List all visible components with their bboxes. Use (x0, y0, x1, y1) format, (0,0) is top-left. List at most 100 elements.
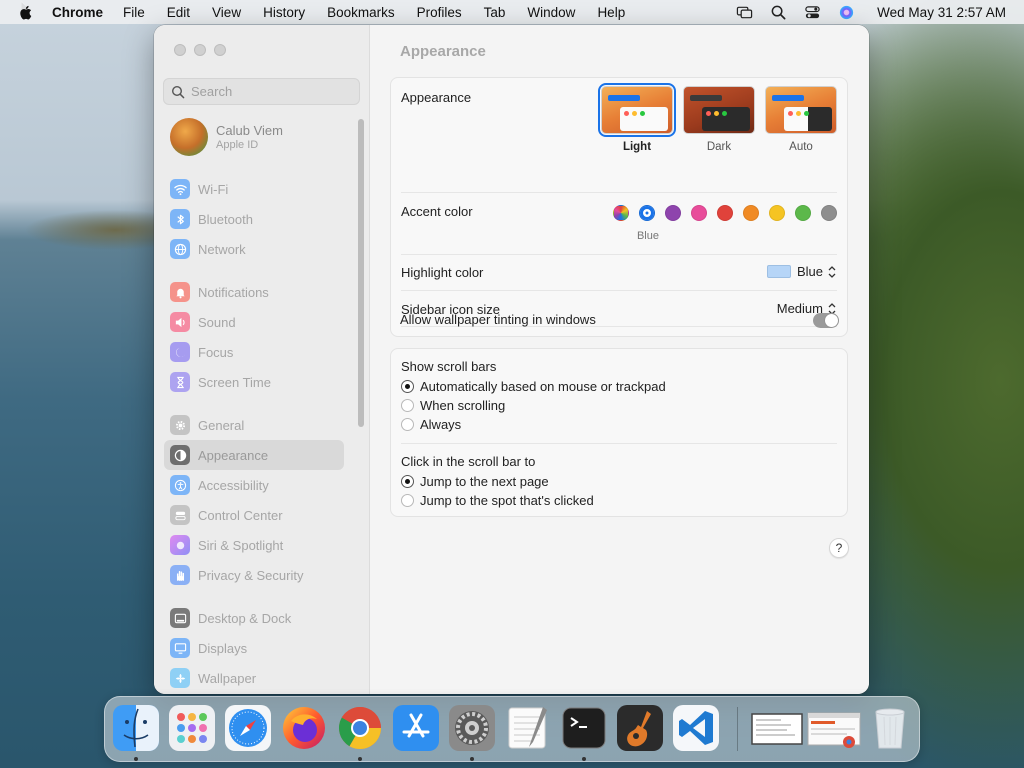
menu-edit[interactable]: Edit (167, 5, 190, 20)
sidebar-item-accessibility[interactable]: Accessibility (164, 470, 344, 500)
tinting-toggle[interactable] (813, 313, 839, 328)
chrome-icon[interactable] (337, 705, 383, 751)
launchpad-icon[interactable] (169, 705, 215, 751)
window-thumbnail-2[interactable] (807, 705, 861, 751)
account-subtitle: Apple ID (216, 139, 259, 151)
sidebar-item-label: Desktop & Dock (198, 610, 292, 626)
system-settings-icon[interactable] (449, 705, 495, 751)
gear-icon (170, 415, 190, 435)
page-title: Appearance (400, 43, 486, 60)
moon-icon (170, 342, 190, 362)
terminal-icon[interactable] (561, 705, 607, 751)
menu-help[interactable]: Help (597, 5, 625, 20)
sidebar-item-displays[interactable]: Displays (164, 633, 344, 663)
minimize-button[interactable] (194, 44, 206, 56)
system-settings-window: Calub Viem Apple ID Wi-Fi Bluetooth Netw… (154, 25, 869, 694)
menu-profiles[interactable]: Profiles (417, 5, 462, 20)
radio-label: Jump to the spot that's clicked (420, 493, 594, 508)
sidebar-scrollbar[interactable] (358, 119, 364, 427)
avatar (170, 118, 208, 156)
dock (104, 696, 920, 762)
menu-bar: Chrome File Edit View History Bookmarks … (0, 0, 1024, 24)
menu-history[interactable]: History (263, 5, 305, 20)
tinting-overlay (390, 77, 848, 337)
menu-view[interactable]: View (212, 5, 241, 20)
sidebar-item-label: Wi-Fi (198, 181, 229, 197)
sidebar-item-focus[interactable]: Focus (164, 337, 344, 367)
scroll-bars-option-auto[interactable]: Automatically based on mouse or trackpad (401, 379, 666, 394)
garageband-icon[interactable] (617, 705, 663, 751)
scroll-bars-option-always[interactable]: Always (401, 417, 461, 432)
sidebar-item-wallpaper[interactable]: Wallpaper (164, 663, 344, 693)
sidebar-item-sound[interactable]: Sound (164, 307, 344, 337)
click-option-spot-clicked[interactable]: Jump to the spot that's clicked (401, 493, 594, 508)
sidebar-item-screen-time[interactable]: Screen Time (164, 367, 344, 397)
radio-button[interactable] (401, 399, 414, 412)
sidebar-item-label: Sound (198, 314, 236, 330)
settings-content: Appearance Appearance Light Dark Auto Ac… (370, 25, 869, 694)
tinting-label: Allow wallpaper tinting in windows (400, 312, 596, 327)
sidebar-item-network[interactable]: Network (164, 234, 344, 264)
spotlight-search-icon[interactable] (769, 3, 787, 21)
sidebar-item-wifi[interactable]: Wi-Fi (164, 174, 344, 204)
radio-label: Automatically based on mouse or trackpad (420, 379, 666, 394)
wifi-icon (170, 179, 190, 199)
radio-label: Jump to the next page (420, 474, 549, 489)
radio-button[interactable] (401, 494, 414, 507)
textedit-icon[interactable] (505, 705, 551, 751)
menu-tab[interactable]: Tab (484, 5, 506, 20)
show-scroll-bars-label: Show scroll bars (401, 359, 497, 374)
sidebar-item-label: Accessibility (198, 477, 269, 493)
finder-icon[interactable] (113, 705, 159, 751)
sidebar-item-label: Notifications (198, 284, 269, 300)
sidebar-item-notifications[interactable]: Notifications (164, 277, 344, 307)
click-scroll-bar-label: Click in the scroll bar to (401, 454, 536, 469)
sidebar: Calub Viem Apple ID Wi-Fi Bluetooth Netw… (154, 25, 370, 694)
accessibility-icon (170, 475, 190, 495)
sidebar-item-label: Screen Time (198, 374, 271, 390)
vscode-icon[interactable] (673, 705, 719, 751)
account-name: Calub Viem (216, 123, 283, 138)
menu-clock[interactable]: Wed May 31 2:57 AM (877, 5, 1006, 20)
search-input[interactable] (191, 84, 351, 99)
radio-button[interactable] (401, 418, 414, 431)
zoom-button[interactable] (214, 44, 226, 56)
sidebar-item-control-center[interactable]: Control Center (164, 500, 344, 530)
apple-id-account[interactable]: Calub Viem Apple ID (170, 118, 283, 156)
sidebar-item-desktop-dock[interactable]: Desktop & Dock (164, 603, 344, 633)
radio-button[interactable] (401, 380, 414, 393)
hand-icon (170, 565, 190, 585)
menu-file[interactable]: File (123, 5, 145, 20)
close-button[interactable] (174, 44, 186, 56)
radio-button[interactable] (401, 475, 414, 488)
siri-menu-icon[interactable] (837, 3, 855, 21)
menu-bookmarks[interactable]: Bookmarks (327, 5, 395, 20)
sidebar-item-privacy-security[interactable]: Privacy & Security (164, 560, 344, 590)
trash-icon[interactable] (867, 705, 913, 751)
menu-app-name[interactable]: Chrome (52, 5, 103, 20)
firefox-icon[interactable] (281, 705, 327, 751)
apple-menu-icon[interactable] (14, 0, 36, 24)
sidebar-item-general[interactable]: General (164, 410, 344, 440)
radio-label: Always (420, 417, 462, 432)
sidebar-item-siri-spotlight[interactable]: Siri & Spotlight (164, 530, 344, 560)
help-button[interactable]: ? (829, 538, 849, 558)
hourglass-icon (170, 372, 190, 392)
control-center-menu-icon[interactable] (803, 3, 821, 21)
click-option-next-page[interactable]: Jump to the next page (401, 474, 549, 489)
app-store-icon[interactable] (393, 705, 439, 751)
sidebar-item-appearance[interactable]: Appearance (164, 440, 344, 470)
sidebar-item-label: Network (198, 241, 246, 257)
safari-icon[interactable] (225, 705, 271, 751)
screen-mirroring-icon[interactable] (735, 3, 753, 21)
dock-icon (170, 608, 190, 628)
sidebar-item-label: Focus (198, 344, 234, 360)
window-thumbnail-1[interactable] (751, 705, 803, 751)
search-field[interactable] (163, 78, 360, 105)
sidebar-item-bluetooth[interactable]: Bluetooth (164, 204, 344, 234)
sidebar-item-label: Displays (198, 640, 248, 656)
menu-window[interactable]: Window (527, 5, 575, 20)
window-controls (174, 44, 226, 56)
scroll-bars-option-scrolling[interactable]: When scrolling (401, 398, 505, 413)
search-icon (171, 85, 185, 98)
